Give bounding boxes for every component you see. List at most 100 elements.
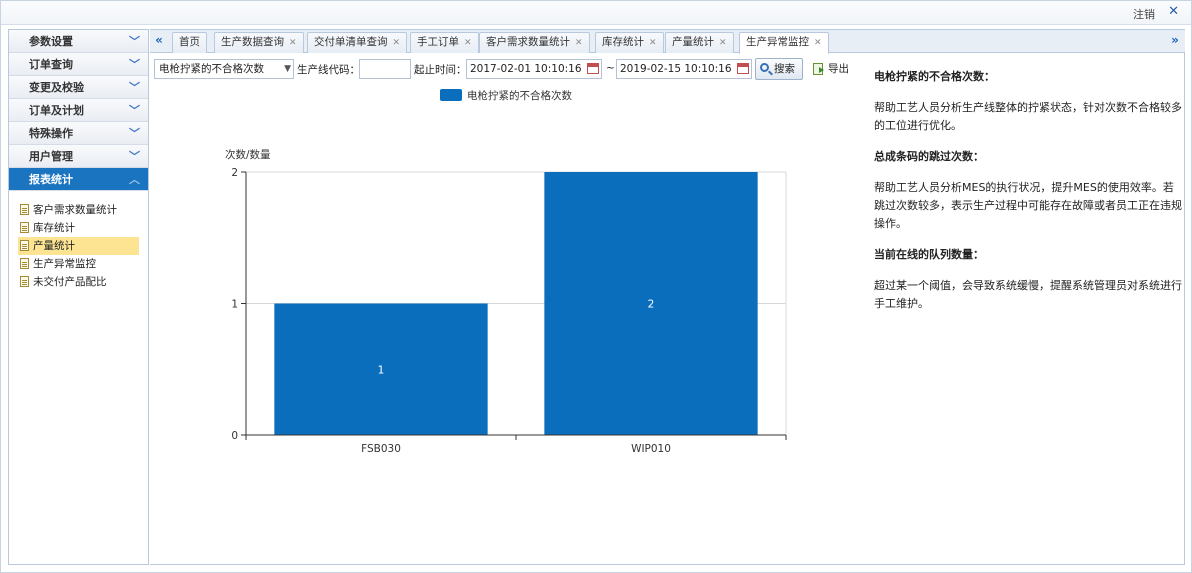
- tree-item-inventory[interactable]: 库存统计: [9, 219, 148, 237]
- tab-customer-demand[interactable]: 客户需求数量统计 ✕: [479, 32, 590, 53]
- tab-output[interactable]: 产量统计 ✕: [665, 32, 734, 53]
- sidebar-section-orders[interactable]: 订单查询 ﹀: [9, 53, 148, 76]
- logout-link[interactable]: 注销: [1133, 6, 1155, 22]
- y-tick-label: 2: [231, 167, 238, 179]
- tab-scroll-right-icon[interactable]: »: [1167, 32, 1183, 50]
- metric-select[interactable]: 电枪拧紧的不合格次数 ▼: [154, 59, 294, 79]
- sidebar-section-label: 订单查询: [29, 58, 73, 71]
- sidebar-section-label: 特殊操作: [29, 127, 73, 140]
- tree-item-label: 未交付产品配比: [33, 276, 107, 288]
- chevron-up-icon: ︿: [129, 173, 140, 186]
- info-text: 帮助工艺人员分析MES的执行状况，提升MES的使用效率。若跳过次数较多，表示生产…: [874, 181, 1182, 230]
- tab-label: 库存统计: [602, 36, 644, 48]
- sidebar-section-label: 报表统计: [29, 173, 73, 186]
- tab-close-icon[interactable]: ✕: [289, 38, 297, 48]
- document-icon: [20, 204, 29, 215]
- tab-manual-order[interactable]: 手工订单 ✕: [410, 32, 479, 53]
- info-panel: 电枪拧紧的不合格次数： 帮助工艺人员分析生产线整体的拧紧状态，针对次数不合格较多…: [874, 68, 1184, 326]
- metric-select-value: 电枪拧紧的不合格次数: [159, 63, 264, 75]
- bar-chart: 电枪拧紧的不合格次数次数/数量 0 1 2 1 FSB030 2 WIP010: [225, 89, 787, 455]
- legend-label: 电枪拧紧的不合格次数: [467, 89, 572, 102]
- x-tick-label: WIP010: [631, 443, 671, 455]
- app-window: 注销 ✕ 参数设置 ﹀ 订单查询 ﹀ 变更及校验 ﹀ 订单及计划 ﹀ 特殊操作 ﹀ 用户管…: [0, 0, 1192, 573]
- tab-label: 首页: [179, 36, 200, 48]
- search-button[interactable]: 搜索: [755, 58, 803, 80]
- y-axis-label: 次数/数量: [225, 148, 271, 161]
- sidebar-section-label: 订单及计划: [29, 104, 84, 117]
- tree-item-customer-demand[interactable]: 客户需求数量统计: [9, 201, 148, 219]
- tab-bar: « 首页 生产数据查询 ✕ 交付单清单查询 ✕ 手工订单 ✕ 客户需求数量统计 ✕ 库存…: [150, 30, 1185, 54]
- tree-item-production-anomaly[interactable]: 生产异常监控: [9, 255, 148, 273]
- calendar-icon[interactable]: [737, 63, 749, 74]
- tree-item-label: 生产异常监控: [33, 258, 96, 270]
- bar-value-label: 2: [648, 299, 655, 311]
- line-code-label: 生产线代码：: [297, 64, 360, 76]
- tab-label: 交付单清单查询: [314, 36, 388, 48]
- document-icon: [20, 276, 29, 287]
- main-panel: « 首页 生产数据查询 ✕ 交付单清单查询 ✕ 手工订单 ✕ 客户需求数量统计 ✕ 库存…: [150, 29, 1185, 565]
- export-button-label: 导出: [828, 63, 849, 75]
- info-text: 超过某一个阈值，会导致系统缓慢，提醒系统管理员对系统进行手工维护。: [874, 279, 1182, 310]
- start-time-value: 2017-02-01 10:10:16: [470, 63, 582, 75]
- tab-inventory[interactable]: 库存统计 ✕: [595, 32, 664, 53]
- close-icon[interactable]: ✕: [1168, 4, 1179, 19]
- tree-item-undelivered-ratio[interactable]: 未交付产品配比: [9, 273, 148, 291]
- export-icon: [813, 63, 824, 75]
- tab-close-icon[interactable]: ✕: [393, 38, 401, 48]
- chevron-down-icon: ﹀: [129, 58, 140, 71]
- tab-close-icon[interactable]: ✕: [575, 38, 583, 48]
- line-code-input[interactable]: [359, 59, 411, 79]
- tab-label: 客户需求数量统计: [486, 36, 570, 48]
- tab-delivery-list[interactable]: 交付单清单查询 ✕: [307, 32, 408, 53]
- chevron-down-icon: ﹀: [129, 35, 140, 48]
- tab-label: 生产数据查询: [221, 36, 284, 48]
- filter-toolbar: 电枪拧紧的不合格次数 ▼ 生产线代码： 起止时间： 2017-02-01 10:1…: [152, 58, 872, 81]
- sidebar-section-label: 用户管理: [29, 150, 73, 163]
- tab-close-icon[interactable]: ✕: [814, 38, 822, 48]
- chevron-down-icon: ﹀: [129, 150, 140, 163]
- info-text: 帮助工艺人员分析生产线整体的拧紧状态，针对次数不合格较多的工位进行优化。: [874, 101, 1182, 132]
- chevron-down-icon: ﹀: [129, 127, 140, 140]
- tree-item-label: 客户需求数量统计: [33, 204, 117, 216]
- search-icon: [760, 63, 769, 72]
- calendar-icon[interactable]: [587, 63, 599, 74]
- sidebar-section-reports[interactable]: 报表统计 ︿: [9, 168, 148, 191]
- x-tick-label: FSB030: [361, 443, 401, 455]
- y-tick-label: 0: [231, 430, 238, 442]
- end-time-value: 2019-02-15 10:10:16: [620, 63, 732, 75]
- tree-item-label: 产量统计: [33, 240, 75, 252]
- tab-scroll-left-icon[interactable]: «: [151, 32, 167, 50]
- tree-item-output[interactable]: 产量统计: [18, 237, 139, 255]
- sidebar-section-change[interactable]: 变更及校验 ﹀: [9, 76, 148, 99]
- report-tree: 客户需求数量统计 库存统计 产量统计 生产异常监控 未交付产品配比: [9, 191, 148, 291]
- legend-swatch: [440, 89, 462, 101]
- sidebar-section-users[interactable]: 用户管理 ﹀: [9, 145, 148, 168]
- tab-production-anomaly[interactable]: 生产异常监控 ✕: [739, 32, 829, 54]
- bar-value-label: 1: [378, 364, 385, 376]
- sidebar-section-label: 变更及校验: [29, 81, 84, 94]
- tab-production-data[interactable]: 生产数据查询 ✕: [214, 32, 304, 53]
- sidebar-section-params[interactable]: 参数设置 ﹀: [9, 30, 148, 53]
- tab-home[interactable]: 首页: [172, 32, 207, 53]
- tab-close-icon[interactable]: ✕: [649, 38, 657, 48]
- end-time-input[interactable]: 2019-02-15 10:10:16: [616, 59, 752, 79]
- start-time-input[interactable]: 2017-02-01 10:10:16: [466, 59, 602, 79]
- document-icon: [20, 222, 29, 233]
- chevron-down-icon: ▼: [284, 64, 291, 74]
- info-title: 电枪拧紧的不合格次数：: [874, 70, 995, 83]
- sidebar-section-plan[interactable]: 订单及计划 ﹀: [9, 99, 148, 122]
- sidebar-section-special[interactable]: 特殊操作 ﹀: [9, 122, 148, 145]
- y-tick-label: 1: [231, 299, 238, 311]
- chart-area: 电枪拧紧的不合格次数次数/数量 0 1 2 1 FSB030 2 WIP010: [150, 85, 850, 505]
- time-range-label: 起止时间：: [414, 64, 467, 76]
- tab-close-icon[interactable]: ✕: [464, 38, 472, 48]
- export-button[interactable]: 导出: [812, 59, 849, 79]
- sidebar: 参数设置 ﹀ 订单查询 ﹀ 变更及校验 ﹀ 订单及计划 ﹀ 特殊操作 ﹀ 用户管理 ﹀ 报表…: [8, 29, 149, 565]
- sidebar-section-label: 参数设置: [29, 35, 73, 48]
- top-bar: 注销 ✕: [1, 1, 1191, 25]
- document-icon: [20, 240, 29, 251]
- chevron-down-icon: ﹀: [129, 104, 140, 117]
- tab-label: 产量统计: [672, 36, 714, 48]
- tab-close-icon[interactable]: ✕: [719, 38, 727, 48]
- info-title: 当前在线的队列数量：: [874, 248, 984, 261]
